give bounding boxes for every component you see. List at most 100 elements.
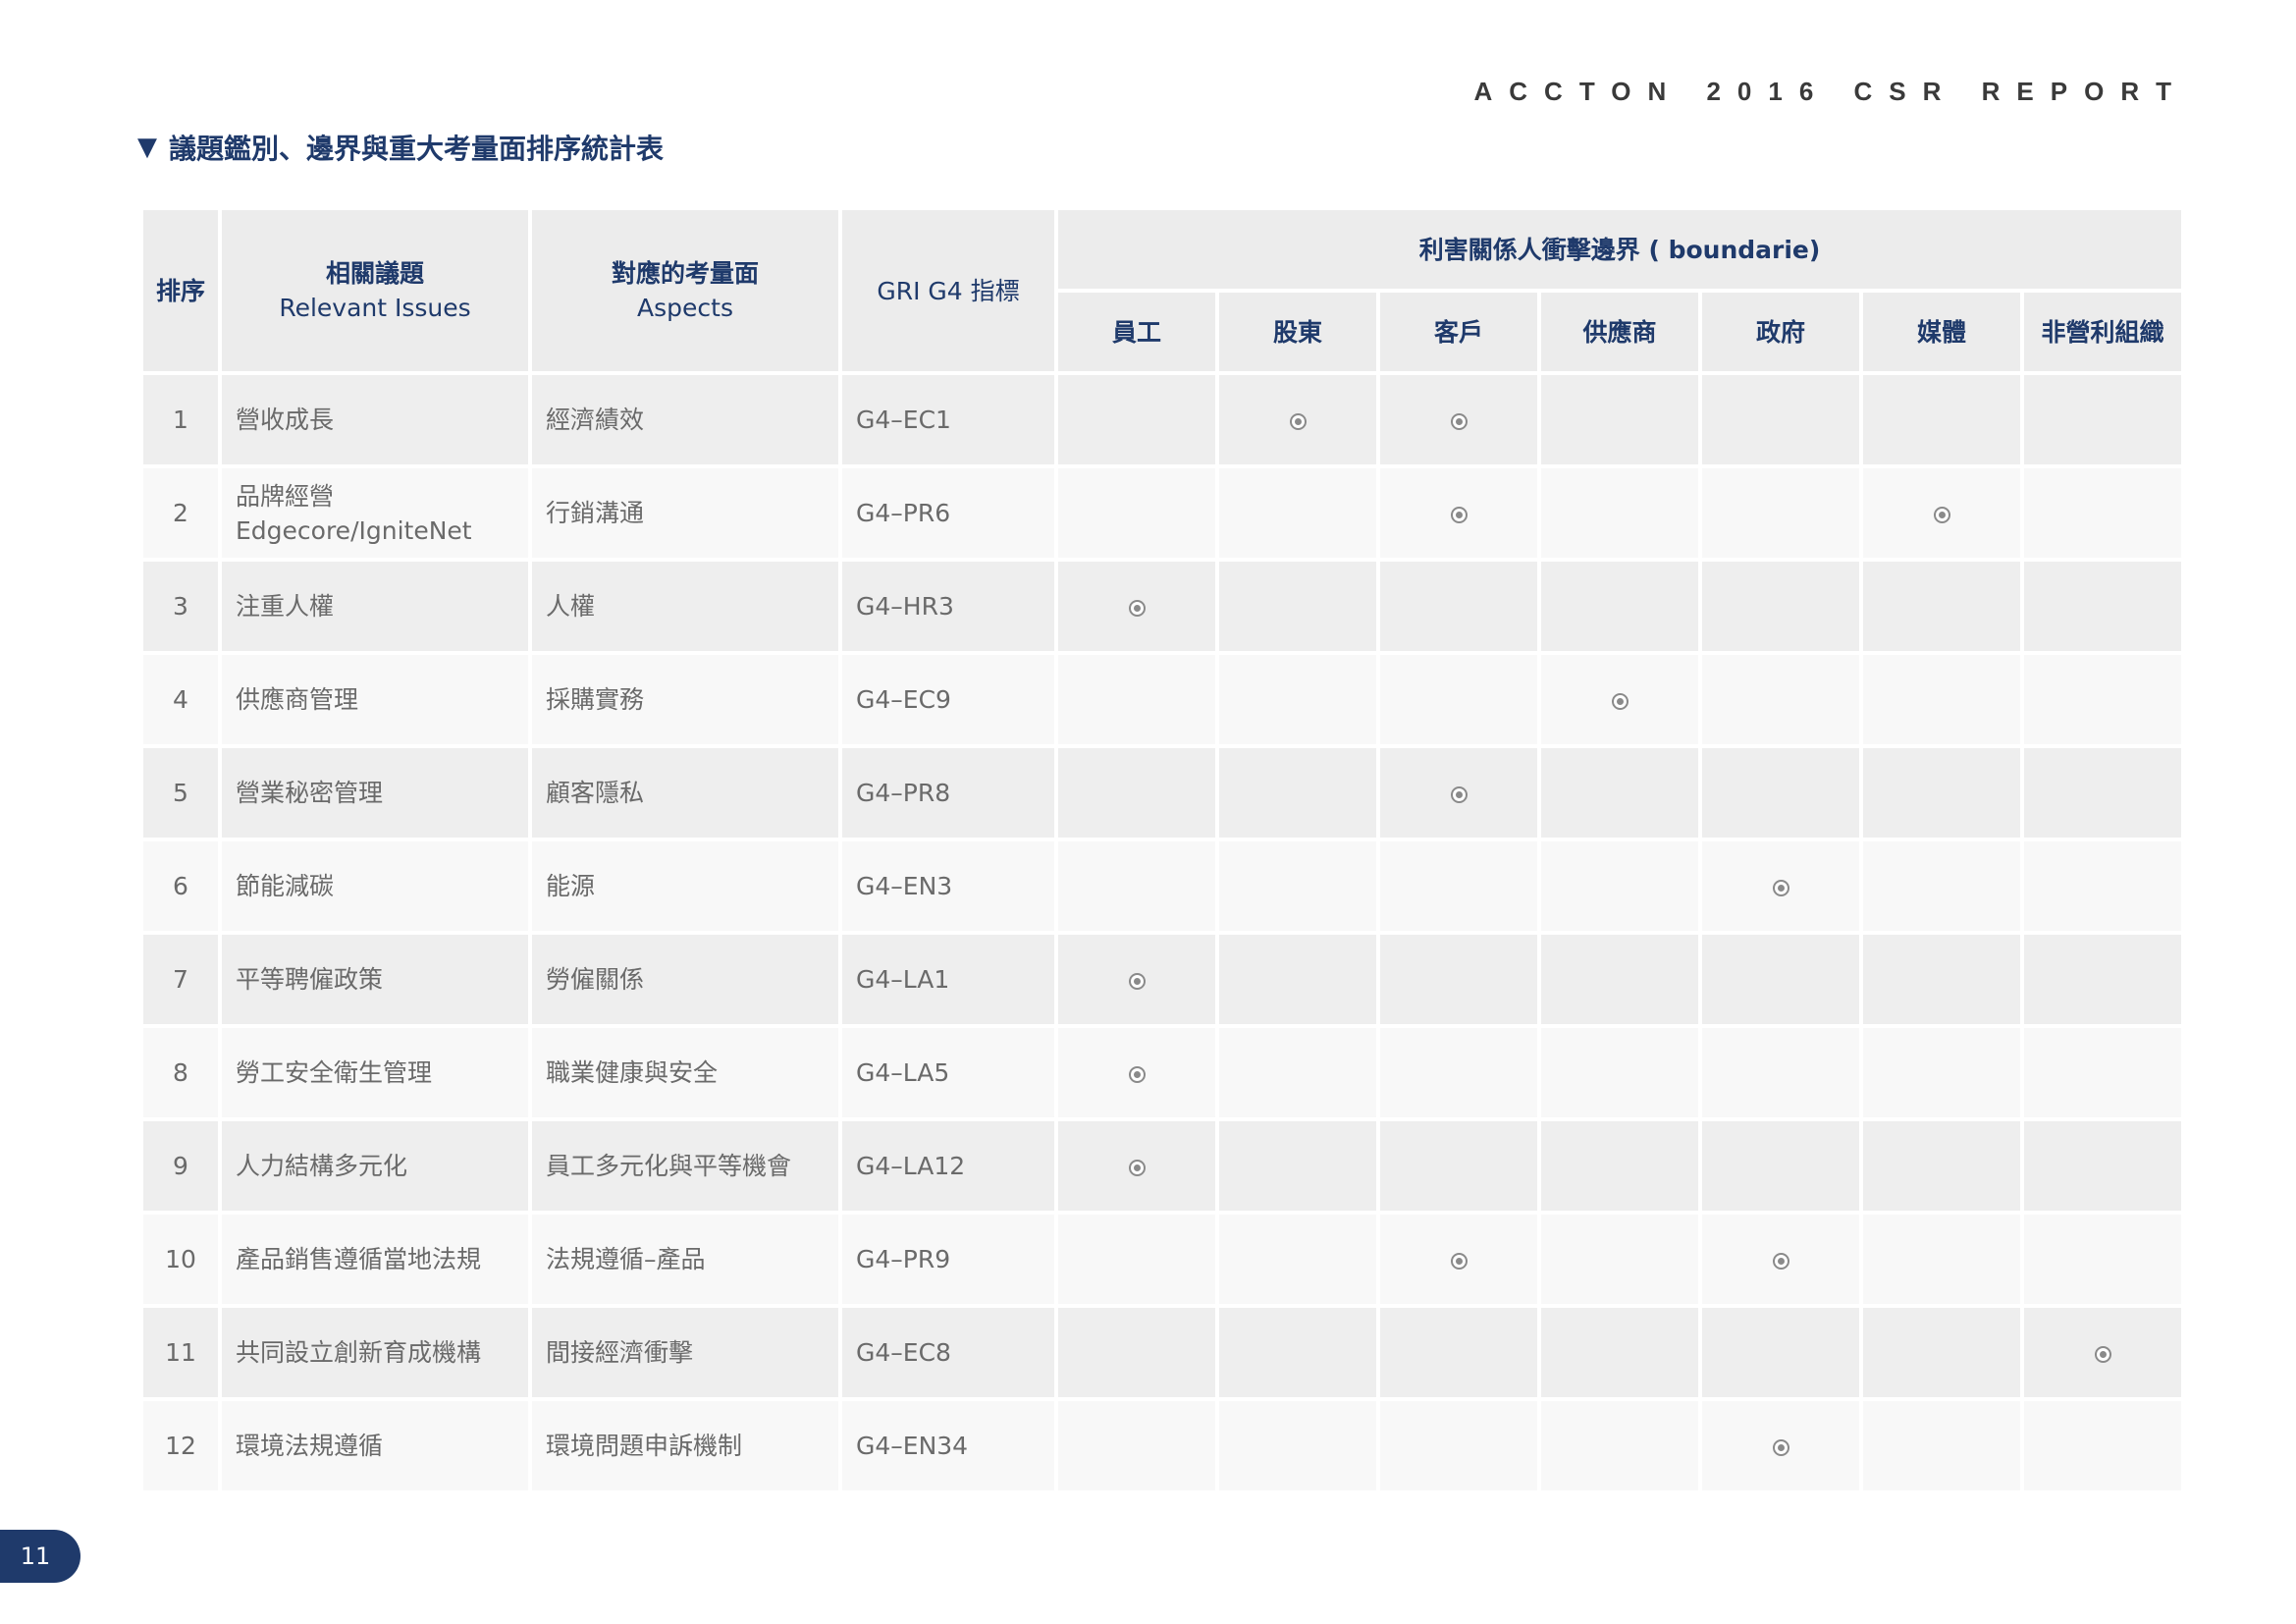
stakeholder-mark-cell [1058, 935, 1215, 1024]
stakeholder-mark-cell [2024, 748, 2182, 838]
table-row: 6 節能減碳 能源 G4–EN3 [143, 841, 2182, 931]
rank-cell: 4 [143, 655, 218, 744]
rank-cell: 3 [143, 562, 218, 651]
rank-cell: 1 [143, 375, 218, 464]
gri-cell: G4–EC8 [842, 1308, 1054, 1397]
stakeholder-mark-cell [1058, 1401, 1215, 1490]
radio-dot-icon [1450, 785, 1468, 803]
stakeholder-mark-cell [1219, 1215, 1376, 1304]
gri-cell: G4–PR8 [842, 748, 1054, 838]
header-stakeholder: 供應商 [1541, 293, 1698, 371]
triangle-down-icon: ▼ [137, 133, 157, 162]
stakeholder-mark-cell [1219, 1401, 1376, 1490]
stakeholder-mark-cell [1219, 1308, 1376, 1397]
rank-cell: 8 [143, 1028, 218, 1117]
stakeholder-mark-cell [1702, 562, 1859, 651]
stakeholder-mark-cell [2024, 1028, 2182, 1117]
stakeholder-mark-cell [1058, 655, 1215, 744]
table-row: 8 勞工安全衛生管理 職業健康與安全 G4–LA5 [143, 1028, 2182, 1117]
rank-cell: 11 [143, 1308, 218, 1397]
table-row: 5 營業秘密管理 顧客隱私 G4–PR8 [143, 748, 2182, 838]
header-issues-en: Relevant Issues [279, 294, 471, 322]
stakeholder-mark-cell [1541, 935, 1698, 1024]
header-stakeholder: 股東 [1219, 293, 1376, 371]
issue-cell: 產品銷售遵循當地法規 [222, 1215, 528, 1304]
aspect-cell: 法規遵循–產品 [532, 1215, 838, 1304]
rank-cell: 10 [143, 1215, 218, 1304]
stakeholder-mark-cell [1541, 1121, 1698, 1211]
gri-cell: G4–EC1 [842, 375, 1054, 464]
section-title-text: 議題鑑別、邊界與重大考量面排序統計表 [169, 133, 665, 165]
stakeholder-mark-cell [1219, 935, 1376, 1024]
stakeholder-mark-cell [1058, 1121, 1215, 1211]
header-stakeholder: 政府 [1702, 293, 1859, 371]
stakeholder-mark-cell [1863, 468, 2020, 558]
table-row: 11 共同設立創新育成機構 間接經濟衝擊 G4–EC8 [143, 1308, 2182, 1397]
table-row: 7 平等聘僱政策 勞僱關係 G4–LA1 [143, 935, 2182, 1024]
gri-cell: G4–PR9 [842, 1215, 1054, 1304]
gri-cell: G4–HR3 [842, 562, 1054, 651]
stakeholder-mark-cell [1541, 468, 1698, 558]
stakeholder-mark-cell [1380, 375, 1537, 464]
gri-cell: G4–PR6 [842, 468, 1054, 558]
stakeholder-mark-cell [1380, 1308, 1537, 1397]
stakeholder-mark-cell [1380, 748, 1537, 838]
header-boundary: 利害關係人衝擊邊界 ( boundarie) [1058, 210, 2182, 289]
stakeholder-mark-cell [1863, 655, 2020, 744]
radio-dot-icon [1128, 1159, 1146, 1176]
stakeholder-mark-cell [1380, 468, 1537, 558]
issue-cell: 營業秘密管理 [222, 748, 528, 838]
header-gri: GRI G4 指標 [842, 210, 1054, 371]
issues-boundary-table: 排序 相關議題 Relevant Issues 對應的考量面 Aspects G… [139, 206, 2185, 1494]
issue-cell: 品牌經營 Edgecore/IgniteNet [222, 468, 528, 558]
stakeholder-mark-cell [1863, 748, 2020, 838]
stakeholder-mark-cell [1541, 1028, 1698, 1117]
aspect-cell: 環境問題申訴機制 [532, 1401, 838, 1490]
header-aspects: 對應的考量面 Aspects [532, 210, 838, 371]
aspect-cell: 顧客隱私 [532, 748, 838, 838]
radio-dot-icon [1450, 412, 1468, 430]
stakeholder-mark-cell [2024, 935, 2182, 1024]
header-rank: 排序 [143, 210, 218, 371]
stakeholder-mark-cell [1058, 1215, 1215, 1304]
stakeholder-mark-cell [1058, 841, 1215, 931]
issue-cell: 節能減碳 [222, 841, 528, 931]
stakeholder-mark-cell [1380, 1028, 1537, 1117]
section-title: ▼ 議題鑑別、邊界與重大考量面排序統計表 [137, 128, 664, 167]
stakeholder-mark-cell [1219, 1028, 1376, 1117]
radio-dot-icon [1128, 1065, 1146, 1083]
gri-cell: G4–EN3 [842, 841, 1054, 931]
stakeholder-mark-cell [1219, 468, 1376, 558]
rank-cell: 2 [143, 468, 218, 558]
stakeholder-mark-cell [1541, 375, 1698, 464]
stakeholder-mark-cell [2024, 1308, 2182, 1397]
gri-cell: G4–EN34 [842, 1401, 1054, 1490]
stakeholder-mark-cell [1541, 562, 1698, 651]
stakeholder-mark-cell [1219, 375, 1376, 464]
stakeholder-mark-cell [1863, 935, 2020, 1024]
table-row: 10 產品銷售遵循當地法規 法規遵循–產品 G4–PR9 [143, 1215, 2182, 1304]
stakeholder-mark-cell [1380, 1401, 1537, 1490]
stakeholder-mark-cell [1541, 1308, 1698, 1397]
radio-dot-icon [1450, 1252, 1468, 1270]
radio-dot-icon [1772, 879, 1789, 896]
issue-cell: 注重人權 [222, 562, 528, 651]
table-row: 1 營收成長 經濟績效 G4–EC1 [143, 375, 2182, 464]
radio-dot-icon [1772, 1438, 1789, 1456]
stakeholder-mark-cell [1702, 1401, 1859, 1490]
stakeholder-mark-cell [2024, 468, 2182, 558]
stakeholder-mark-cell [1058, 1308, 1215, 1397]
issue-cell: 環境法規遵循 [222, 1401, 528, 1490]
gri-cell: G4–LA1 [842, 935, 1054, 1024]
header-stakeholder: 客戶 [1380, 293, 1537, 371]
stakeholder-mark-cell [2024, 1121, 2182, 1211]
stakeholder-mark-cell [1541, 748, 1698, 838]
stakeholder-mark-cell [1058, 748, 1215, 838]
aspect-cell: 間接經濟衝擊 [532, 1308, 838, 1397]
header-issues: 相關議題 Relevant Issues [222, 210, 528, 371]
radio-dot-icon [1933, 506, 1950, 523]
aspect-cell: 職業健康與安全 [532, 1028, 838, 1117]
issue-cell: 供應商管理 [222, 655, 528, 744]
rank-cell: 5 [143, 748, 218, 838]
rank-cell: 7 [143, 935, 218, 1024]
